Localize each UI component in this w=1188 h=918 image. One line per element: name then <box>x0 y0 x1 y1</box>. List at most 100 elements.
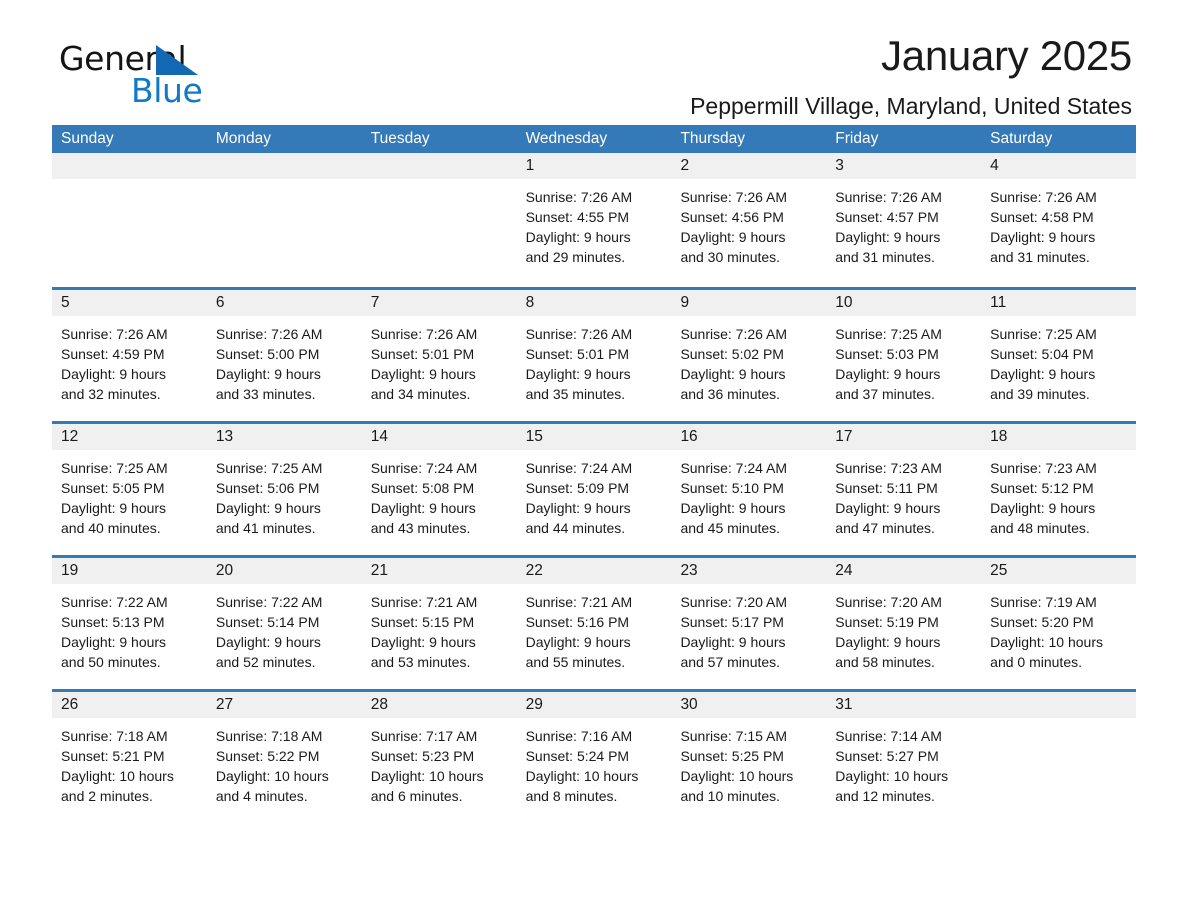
weekday-header-friday: Friday <box>835 130 879 147</box>
daylight-minutes-text: and 10 minutes. <box>680 788 781 804</box>
calendar-day-cell-empty <box>981 692 1137 823</box>
daylight-hours-text: Daylight: 9 hours <box>680 366 786 382</box>
day-number: 17 <box>826 424 982 450</box>
calendar-day-cell[interactable]: 21 Sunrise: 7:21 AM Sunset: 5:15 PM Dayligh… <box>361 558 517 689</box>
calendar-day-cell[interactable]: 18 Sunrise: 7:23 AM Sunset: 5:12 PM Dayligh… <box>981 424 1137 555</box>
day-number: 27 <box>206 692 362 718</box>
weekday-header-tuesday: Tuesday <box>370 130 430 147</box>
calendar-day-cell[interactable]: 20 Sunrise: 7:22 AM Sunset: 5:14 PM Dayligh… <box>206 558 362 689</box>
daylight-minutes-text: and 30 minutes. <box>680 249 781 265</box>
calendar-day-cell[interactable]: 31 Sunrise: 7:14 AM Sunset: 5:27 PM Dayligh… <box>826 692 982 823</box>
daylight-hours-text: Daylight: 10 hours <box>835 768 949 784</box>
day-details: Sunrise: 7:18 AM Sunset: 5:21 PM Daylight:… <box>52 718 207 823</box>
calendar-day-cell[interactable]: 3 Sunrise: 7:26 AM Sunset: 4:57 PM Daylight… <box>826 153 982 287</box>
calendar-day-cell[interactable]: 26 Sunrise: 7:18 AM Sunset: 5:21 PM Dayligh… <box>52 692 207 823</box>
day-number <box>981 692 1137 718</box>
day-details <box>52 179 207 287</box>
day-details: Sunrise: 7:16 AM Sunset: 5:24 PM Daylight:… <box>517 718 672 823</box>
daylight-minutes-text: and 43 minutes. <box>370 520 471 536</box>
daylight-minutes-text: and 8 minutes. <box>525 788 618 804</box>
day-number: 6 <box>206 290 362 316</box>
calendar-day-cell[interactable]: 2 Sunrise: 7:26 AM Sunset: 4:56 PM Daylight… <box>671 153 827 287</box>
calendar-day-cell[interactable]: 10 Sunrise: 7:25 AM Sunset: 5:03 PM Dayligh… <box>826 290 982 421</box>
page-title: January 2025 <box>881 32 1132 79</box>
daylight-hours-text: Daylight: 9 hours <box>215 500 321 516</box>
day-details: Sunrise: 7:25 AM Sunset: 5:04 PM Daylight:… <box>981 316 1136 421</box>
sunrise-text: Sunrise: 7:24 AM <box>370 460 478 476</box>
calendar-day-cell[interactable]: 28 Sunrise: 7:17 AM Sunset: 5:23 PM Dayligh… <box>361 692 517 823</box>
sunrise-text: Sunrise: 7:21 AM <box>370 594 478 610</box>
daylight-hours-text: Daylight: 9 hours <box>525 500 631 516</box>
calendar-day-cell[interactable]: 22 Sunrise: 7:21 AM Sunset: 5:16 PM Dayligh… <box>516 558 672 689</box>
calendar-grid: Sunday Monday Tuesday Wednesday Thursday… <box>52 125 1137 823</box>
sunrise-text: Sunrise: 7:24 AM <box>525 460 633 476</box>
daylight-minutes-text: and 34 minutes. <box>370 386 471 402</box>
calendar-day-cell-empty <box>52 153 207 287</box>
calendar-day-cell[interactable]: 1 Sunrise: 7:26 AM Sunset: 4:55 PM Daylight… <box>516 153 672 287</box>
daylight-hours-text: Daylight: 10 hours <box>61 768 174 784</box>
sunset-text: Sunset: 5:20 PM <box>990 614 1094 630</box>
daylight-minutes-text: and 37 minutes. <box>835 386 935 402</box>
calendar-day-cell[interactable]: 14 Sunrise: 7:24 AM Sunset: 5:08 PM Dayligh… <box>361 424 517 555</box>
sunrise-text: Sunrise: 7:21 AM <box>525 594 633 610</box>
day-number: 25 <box>981 558 1137 584</box>
day-number <box>206 153 362 179</box>
daylight-hours-text: Daylight: 10 hours <box>525 768 639 784</box>
daylight-hours-text: Daylight: 9 hours <box>835 229 941 245</box>
daylight-minutes-text: and 2 minutes. <box>61 788 153 804</box>
day-details: Sunrise: 7:14 AM Sunset: 5:27 PM Daylight:… <box>826 718 981 823</box>
calendar-day-cell[interactable]: 24 Sunrise: 7:20 AM Sunset: 5:19 PM Dayligh… <box>826 558 982 689</box>
calendar-day-cell[interactable]: 23 Sunrise: 7:20 AM Sunset: 5:17 PM Dayligh… <box>671 558 827 689</box>
calendar-day-cell[interactable]: 17 Sunrise: 7:23 AM Sunset: 5:11 PM Dayligh… <box>826 424 982 555</box>
calendar-day-cell[interactable]: 19 Sunrise: 7:22 AM Sunset: 5:13 PM Dayligh… <box>52 558 207 689</box>
daylight-minutes-text: and 39 minutes. <box>990 386 1090 402</box>
calendar-day-cell[interactable]: 16 Sunrise: 7:24 AM Sunset: 5:10 PM Dayligh… <box>671 424 827 555</box>
daylight-minutes-text: and 31 minutes. <box>835 249 935 265</box>
daylight-minutes-text: and 44 minutes. <box>525 520 626 536</box>
day-details: Sunrise: 7:24 AM Sunset: 5:10 PM Daylight:… <box>671 450 826 555</box>
weekday-header-sunday: Sunday <box>61 130 114 147</box>
calendar-day-cell[interactable]: 4 Sunrise: 7:26 AM Sunset: 4:58 PM Daylight… <box>981 153 1137 287</box>
sunset-text: Sunset: 4:58 PM <box>990 209 1094 225</box>
day-details: Sunrise: 7:20 AM Sunset: 5:19 PM Daylight:… <box>826 584 981 689</box>
day-number: 24 <box>826 558 982 584</box>
calendar-day-cell[interactable]: 13 Sunrise: 7:25 AM Sunset: 5:06 PM Dayligh… <box>206 424 362 555</box>
calendar-page: General Blue January 2025 Peppermill Vil… <box>0 0 1188 918</box>
sunset-text: Sunset: 5:06 PM <box>215 480 320 496</box>
calendar-day-cell[interactable]: 6 Sunrise: 7:26 AM Sunset: 5:00 PM Daylight… <box>206 290 362 421</box>
day-details: Sunrise: 7:23 AM Sunset: 5:11 PM Daylight:… <box>826 450 981 555</box>
calendar-day-cell[interactable]: 8 Sunrise: 7:26 AM Sunset: 5:01 PM Daylight… <box>516 290 672 421</box>
calendar-day-cell[interactable]: 30 Sunrise: 7:15 AM Sunset: 5:25 PM Dayligh… <box>671 692 827 823</box>
sunset-text: Sunset: 5:02 PM <box>680 346 784 362</box>
sunset-text: Sunset: 4:56 PM <box>680 209 784 225</box>
calendar-day-cell[interactable]: 15 Sunrise: 7:24 AM Sunset: 5:09 PM Dayligh… <box>516 424 672 555</box>
calendar-day-cell[interactable]: 11 Sunrise: 7:25 AM Sunset: 5:04 PM Dayligh… <box>981 290 1137 421</box>
title-block: January 2025 Peppermill Village, Marylan… <box>690 32 1132 119</box>
sunrise-text: Sunrise: 7:25 AM <box>215 460 323 476</box>
calendar-day-cell[interactable]: 5 Sunrise: 7:26 AM Sunset: 4:59 PM Daylight… <box>52 290 207 421</box>
daylight-minutes-text: and 29 minutes. <box>525 249 626 265</box>
day-number <box>52 153 207 179</box>
calendar-day-cell[interactable]: 25 Sunrise: 7:19 AM Sunset: 5:20 PM Dayligh… <box>981 558 1137 689</box>
day-details: Sunrise: 7:22 AM Sunset: 5:13 PM Daylight:… <box>52 584 207 689</box>
logo-text-blue: Blue <box>131 71 203 110</box>
weekday-header-monday: Monday <box>215 130 272 147</box>
calendar-day-cell[interactable]: 27 Sunrise: 7:18 AM Sunset: 5:22 PM Dayligh… <box>206 692 362 823</box>
day-number: 21 <box>361 558 517 584</box>
day-details: Sunrise: 7:26 AM Sunset: 5:01 PM Daylight:… <box>517 316 672 421</box>
sunset-text: Sunset: 5:23 PM <box>370 748 475 764</box>
day-details: Sunrise: 7:26 AM Sunset: 5:01 PM Daylight:… <box>362 316 517 421</box>
day-details <box>206 179 362 287</box>
calendar-day-cell[interactable]: 29 Sunrise: 7:16 AM Sunset: 5:24 PM Dayligh… <box>516 692 672 823</box>
calendar-day-cell[interactable]: 7 Sunrise: 7:26 AM Sunset: 5:01 PM Daylight… <box>361 290 517 421</box>
daylight-minutes-text: and 45 minutes. <box>680 520 781 536</box>
calendar-day-cell[interactable]: 9 Sunrise: 7:26 AM Sunset: 5:02 PM Daylight… <box>671 290 827 421</box>
daylight-hours-text: Daylight: 10 hours <box>370 768 484 784</box>
daylight-minutes-text: and 40 minutes. <box>61 520 161 536</box>
calendar-day-cell[interactable]: 12 Sunrise: 7:25 AM Sunset: 5:05 PM Dayligh… <box>52 424 207 555</box>
day-number: 7 <box>361 290 517 316</box>
sunset-text: Sunset: 5:01 PM <box>525 346 630 362</box>
daylight-minutes-text: and 31 minutes. <box>990 249 1090 265</box>
sunrise-text: Sunrise: 7:25 AM <box>61 460 168 476</box>
generalblue-logo[interactable]: General Blue <box>59 42 259 122</box>
